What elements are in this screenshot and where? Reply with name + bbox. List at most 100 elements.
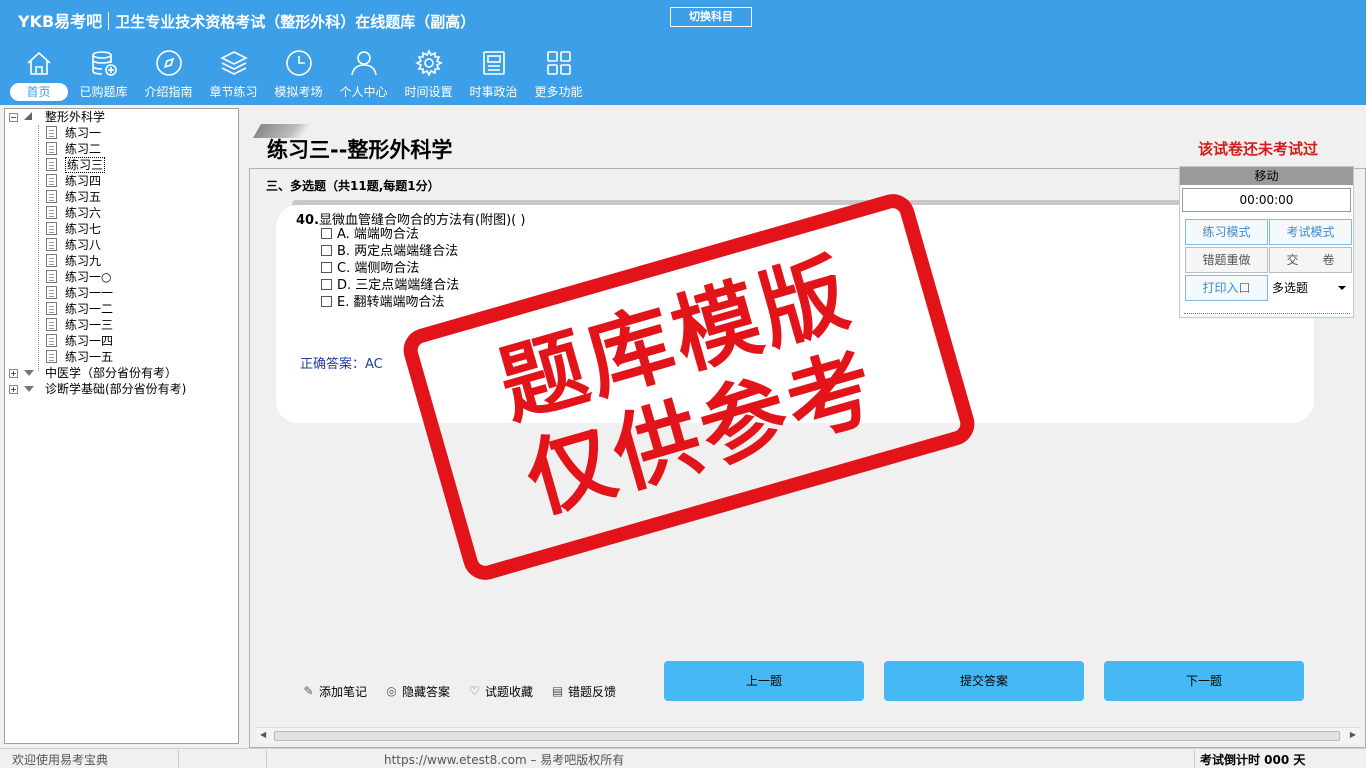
section-header: 三、多选题（共11题,每题1分） (266, 179, 440, 193)
checkbox[interactable] (321, 245, 332, 256)
question-type-select[interactable]: 多选题 (1270, 276, 1350, 300)
prev-question-button[interactable]: 上一题 (664, 661, 864, 701)
app-subtitle: 卫生专业技术资格考试（整形外科）在线题库（副高） (115, 13, 476, 31)
tree-item[interactable]: 练习六 (5, 205, 238, 221)
panel-move-handle[interactable]: 移动 (1180, 167, 1353, 185)
tree-list: − 整形外科学 练习一 练习二 练习三 练习四 练习五 练习六 练习七 练习八 练习九 练习一○ 练… (5, 109, 238, 397)
question-text: 40.显微血管缝合吻合的方法有(附图)( ) (296, 209, 525, 228)
nav-profile[interactable]: 个人中心 (331, 48, 396, 104)
database-icon (91, 51, 117, 76)
nav-politics[interactable]: 时事政治 (461, 48, 526, 104)
tree-item[interactable]: 练习八 (5, 237, 238, 253)
tool-label: 隐藏答案 (402, 685, 451, 699)
tree-item-label: 练习六 (65, 206, 102, 220)
tool-label: 添加笔记 (319, 685, 368, 699)
folder-closed-icon (24, 370, 34, 376)
tree-item[interactable]: 练习一一 (5, 285, 238, 301)
tree-item[interactable]: 练习一二 (5, 301, 238, 317)
tree-item-label: 练习一二 (65, 302, 114, 316)
option-a[interactable]: A. 端端吻合法 (321, 227, 419, 243)
nav-time-settings[interactable]: 时间设置 (396, 48, 461, 104)
tree-item[interactable]: 练习四 (5, 173, 238, 189)
option-label: D. 三定点端端缝合法 (337, 278, 460, 293)
option-b[interactable]: B. 两定点端端缝合法 (321, 244, 458, 260)
nav-mock-exam[interactable]: 模拟考场 (266, 48, 331, 104)
tree-item[interactable]: 练习一 (5, 125, 238, 141)
submit-answer-button[interactable]: 提交答案 (884, 661, 1084, 701)
nav-purchased[interactable]: 已购题库 (71, 48, 136, 104)
scroll-right-icon[interactable]: ▶ (1350, 730, 1356, 739)
expand-icon[interactable]: + (9, 385, 18, 394)
correct-answer: 正确答案：AC (300, 353, 383, 372)
exam-status: 该试卷还未考试过 (1198, 140, 1319, 158)
document-icon (46, 318, 57, 331)
tree-item-label: 练习一○ (65, 270, 112, 284)
answer-label: 正确答案： (300, 357, 366, 372)
print-button[interactable]: 打印入口 (1185, 275, 1268, 301)
folder-open-icon (24, 112, 32, 120)
expand-icon[interactable]: + (9, 369, 18, 378)
tree-item[interactable]: 练习一○ (5, 269, 238, 285)
checkbox[interactable] (321, 279, 332, 290)
document-icon (46, 254, 57, 267)
document-icon (46, 238, 57, 251)
hide-answer-button[interactable]: ◎ 隐藏答案 (385, 683, 450, 700)
document-icon (46, 126, 57, 139)
status-divider (266, 750, 267, 767)
nav-more[interactable]: 更多功能 (526, 48, 591, 104)
app-window: YKB易考吧 卫生专业技术资格考试（整形外科）在线题库（副高） 切换科目 首页 已… (0, 0, 1366, 768)
tree-root-node[interactable]: − 整形外科学 (5, 109, 238, 125)
option-d[interactable]: D. 三定点端端缝合法 (321, 278, 459, 294)
gear-icon (414, 49, 443, 77)
tree-item[interactable]: 练习一四 (5, 333, 238, 349)
nav-label: 首页 (9, 83, 68, 101)
add-note-button[interactable]: ✎ 添加笔记 (302, 683, 367, 700)
document-icon (46, 302, 57, 315)
tree-item-label: 练习四 (65, 174, 102, 188)
scroll-left-icon[interactable]: ◀ (260, 730, 266, 739)
redo-wrong-button[interactable]: 错题重做 (1185, 247, 1268, 273)
tree-subject-node[interactable]: + 中医学（部分省份有考） (5, 365, 238, 381)
tree-item[interactable]: 练习一五 (5, 349, 238, 365)
next-question-button[interactable]: 下一题 (1104, 661, 1304, 701)
status-divider (178, 750, 179, 767)
tool-label: 试题收藏 (485, 685, 534, 699)
nav-home[interactable]: 首页 (6, 48, 71, 104)
brand: YKB易考吧 卫生专业技术资格考试（整形外科）在线题库（副高） (18, 8, 475, 32)
option-c[interactable]: C. 端侧吻合法 (321, 261, 419, 277)
tree-node-label: 中医学（部分省份有考） (45, 366, 178, 380)
scrollbar-thumb[interactable] (274, 731, 1340, 741)
nav-guide[interactable]: 介绍指南 (136, 48, 201, 104)
tree-item[interactable]: 练习一三 (5, 317, 238, 333)
chapter-tree[interactable]: − 整形外科学 练习一 练习二 练习三 练习四 练习五 练习六 练习七 练习八 练习九 练习一○ 练… (4, 108, 239, 744)
tree-item[interactable]: 练习九 (5, 253, 238, 269)
tree-item[interactable]: 练习三 (5, 157, 238, 173)
document-icon (46, 190, 57, 203)
tree-item-label: 练习一五 (65, 350, 114, 364)
nav-chapter[interactable]: 章节练习 (201, 48, 266, 104)
exam-control-panel: 移动 00:00:00 练习模式 考试模式 错题重做 交 卷 打印入口 多选题 (1179, 166, 1354, 318)
main-nav: 首页 已购题库 介绍指南 章节练习 模拟考场 个人中心 时间设置 时事政治 更多… (6, 48, 591, 104)
switch-subject-button[interactable]: 切换科目 (670, 7, 752, 27)
horizontal-scrollbar[interactable]: ◀ ▶ (256, 727, 1360, 743)
checkbox[interactable] (321, 228, 332, 239)
collapse-icon[interactable]: − (9, 113, 18, 122)
option-e[interactable]: E. 翻转端端吻合法 (321, 295, 444, 311)
exam-mode-button[interactable]: 考试模式 (1269, 219, 1352, 245)
pencil-icon: ✎ (303, 684, 314, 698)
checkbox[interactable] (321, 296, 332, 307)
tree-item[interactable]: 练习五 (5, 189, 238, 205)
checkbox[interactable] (321, 262, 332, 273)
brand-logo: YKB易考吧 (18, 12, 103, 31)
tree-node-label: 整形外科学 (45, 110, 106, 124)
nav-label: 时事政治 (469, 85, 518, 99)
tree-item[interactable]: 练习二 (5, 141, 238, 157)
document-icon (46, 334, 57, 347)
grid-icon (546, 51, 571, 75)
tree-item[interactable]: 练习七 (5, 221, 238, 237)
error-feedback-button[interactable]: ▤ 错题反馈 (551, 683, 616, 700)
tree-subject-node[interactable]: + 诊断学基础(部分省份有考) (5, 381, 238, 397)
hand-in-button[interactable]: 交 卷 (1269, 247, 1352, 273)
practice-mode-button[interactable]: 练习模式 (1185, 219, 1268, 245)
favorite-button[interactable]: ♡ 试题收藏 (468, 683, 533, 700)
